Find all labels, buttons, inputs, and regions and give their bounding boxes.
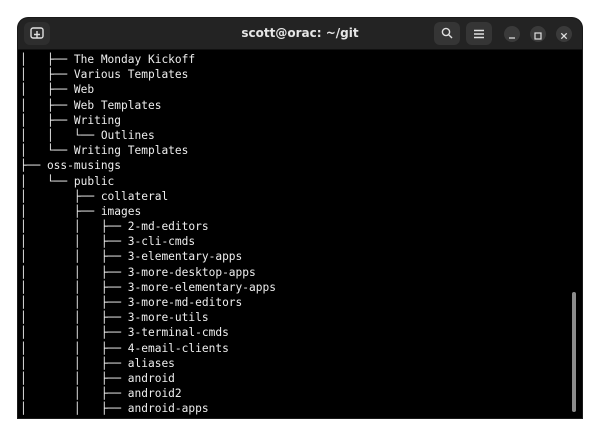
tree-line: │ │ ├── 3-elementary-apps [20, 250, 243, 264]
directory-tree: │ ├── The Monday Kickoff │ ├── Various T… [20, 52, 276, 417]
close-button[interactable] [556, 26, 572, 42]
tree-line: │ │ ├── android [20, 371, 175, 385]
tree-line: │ ├── Web Templates [20, 98, 162, 112]
terminal-scrollbar[interactable] [572, 292, 576, 412]
title-bar[interactable]: scott@orac: ~/git [18, 18, 582, 50]
hamburger-menu-icon [473, 24, 485, 43]
tree-line: │ ├── collateral [20, 189, 169, 203]
tree-line: │ ├── The Monday Kickoff [20, 53, 196, 66]
tree-line: │ └── public [20, 174, 115, 188]
tree-line: │ ├── Writing [20, 113, 122, 127]
tree-line: │ │ ├── aliases [20, 356, 175, 370]
minimize-icon [508, 25, 516, 44]
tree-line: │ │ ├── 3-more-md-editors [20, 296, 243, 309]
tree-line: │ ├── Various Templates [20, 68, 189, 82]
tree-line: │ │ ├── android2 [20, 387, 182, 401]
maximize-button[interactable] [530, 26, 546, 42]
tree-line: │ │ ├── 4-email-clients [20, 341, 229, 355]
tree-line: │ ├── Web [20, 83, 95, 97]
tree-line: │ │ ├── 3-more-utils [20, 311, 209, 325]
tree-line: │ │ ├── 3-more-desktop-apps [20, 265, 256, 279]
tree-line: │ ├── images [20, 204, 142, 218]
window-title: scott@orac: ~/git [241, 26, 359, 40]
search-button[interactable] [434, 22, 460, 45]
tree-line: │ │ ├── android-apps [20, 402, 209, 416]
tree-line: │ └── Writing Templates [20, 144, 189, 158]
tree-line: │ │ ├── 3-cli-cmds [20, 235, 196, 249]
terminal-window: scott@orac: ~/git │ ├── The Monday Kicko… [18, 18, 582, 418]
tree-line: │ │ ├── 3-terminal-cmds [20, 326, 229, 340]
minimize-button[interactable] [504, 26, 520, 42]
tree-line: │ │ ├── 3-more-elementary-apps [20, 280, 276, 294]
menu-button[interactable] [466, 22, 492, 45]
tree-line: │ │ ├── 2-md-editors [20, 220, 209, 234]
terminal-output[interactable]: │ ├── The Monday Kickoff │ ├── Various T… [18, 50, 582, 418]
tree-line: ├── oss-musings [20, 159, 122, 173]
close-icon [560, 25, 568, 44]
search-icon [441, 24, 453, 43]
maximize-icon [534, 25, 542, 44]
tree-line: │ │ └── Outlines [20, 128, 155, 142]
